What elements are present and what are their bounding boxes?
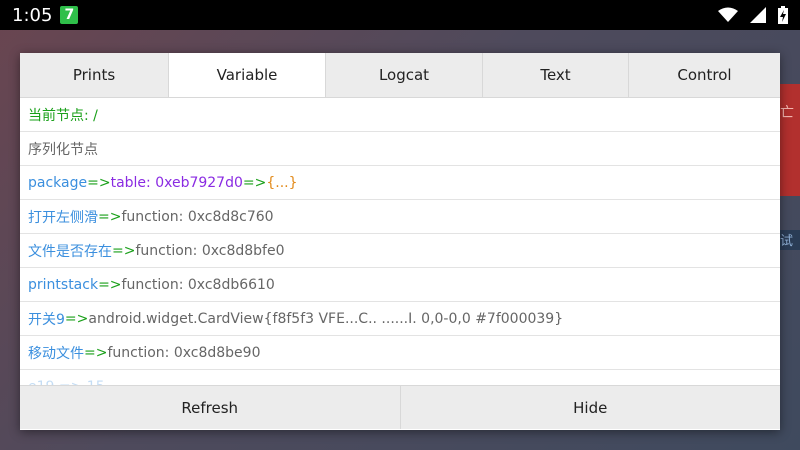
list-item-segment: function: 0xc8d8bfe0 (135, 242, 285, 259)
list-item[interactable]: 序列化节点 (20, 132, 780, 166)
tab-logcat[interactable]: Logcat (326, 53, 483, 97)
list-item[interactable]: printstack => function: 0xc8db6610 (20, 268, 780, 302)
list-item-segment: {...} (266, 174, 298, 191)
list-item-segment: 移动文件 (28, 345, 84, 362)
list-item[interactable]: 开关9 => android.widget.CardView{f8f5f3 VF… (20, 302, 780, 336)
list-item[interactable]: 打开左侧滑 => function: 0xc8d8c760 (20, 200, 780, 234)
list-item-segment: => (242, 174, 267, 191)
notification-badge-icon: 7 (60, 6, 79, 24)
tab-control[interactable]: Control (629, 53, 780, 97)
list-item-segment: 文件是否存在 (28, 243, 112, 260)
list-item-segment: 开关9 (28, 311, 65, 328)
list-item-segment: function: 0xc8db6610 (121, 276, 275, 293)
status-time: 1:05 (12, 4, 53, 26)
list-item-segment: => (98, 208, 122, 225)
list-item-segment: e19 => 15 (28, 379, 105, 386)
list-item-segment: package (28, 174, 88, 191)
list-item-segment: => (84, 344, 108, 361)
list-item[interactable]: 文件是否存在 => function: 0xc8d8bfe0 (20, 234, 780, 268)
list-item-segment: => (98, 276, 122, 293)
list-item-segment: => (87, 174, 111, 191)
refresh-button[interactable]: Refresh (20, 386, 401, 429)
battery-charging-icon (778, 6, 788, 24)
list-item-segment: => (64, 310, 89, 327)
hide-button[interactable]: Hide (401, 386, 781, 429)
list-item-segment: 当前节点: / (28, 107, 98, 124)
tab-bar: Prints Variable Logcat Text Control (20, 53, 780, 98)
wifi-icon (718, 7, 738, 22)
background-side-char: 亡 (780, 105, 794, 121)
list-item-segment: => (112, 242, 136, 259)
list-item-segment: table: 0xeb7927d0 (110, 174, 243, 191)
list-item-segment: android.widget.CardView{f8f5f3 VFE...C..… (88, 310, 564, 327)
status-bar: 1:05 7 (0, 0, 800, 30)
list-item[interactable]: package => table: 0xeb7927d0 => {...} (20, 166, 780, 200)
list-item-segment: 打开左侧滑 (28, 209, 98, 226)
tab-variable[interactable]: Variable (169, 53, 326, 97)
list-item-segment: function: 0xc8d8c760 (121, 208, 274, 225)
list-item[interactable]: e19 => 15 (20, 370, 780, 386)
button-bar: Refresh Hide (20, 385, 780, 429)
tab-prints[interactable]: Prints (20, 53, 169, 97)
variable-list[interactable]: 当前节点: / 序列化节点 package => table: 0xeb7927d0… (20, 98, 780, 385)
signal-icon (750, 7, 766, 23)
list-item-segment: 序列化节点 (28, 141, 98, 158)
list-item[interactable]: 移动文件 => function: 0xc8d8be90 (20, 336, 780, 370)
list-item[interactable]: 当前节点: / (20, 98, 780, 132)
tab-text[interactable]: Text (483, 53, 629, 97)
debug-dialog: Prints Variable Logcat Text Control 当前节点… (20, 53, 780, 430)
status-icons (718, 6, 788, 24)
list-item-segment: printstack (28, 276, 99, 293)
list-item-segment: function: 0xc8d8be90 (107, 344, 261, 361)
